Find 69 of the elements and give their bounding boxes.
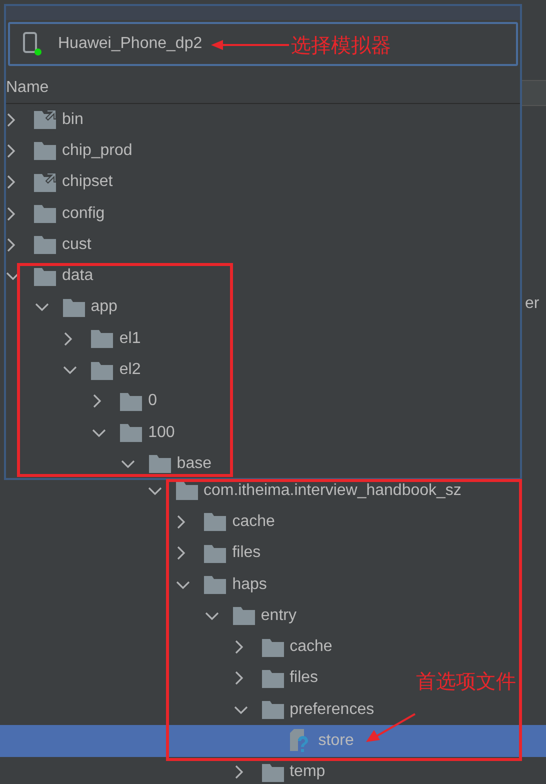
expand-chevron-icon[interactable]: [92, 394, 102, 408]
file-name: haps: [232, 574, 267, 595]
file-name: base: [176, 454, 212, 474]
file-name: config: [62, 204, 105, 224]
file-name: entry: [260, 606, 296, 626]
folder-icon: [262, 700, 284, 720]
expand-chevron-icon[interactable]: [234, 640, 244, 654]
folder-icon: [204, 575, 226, 594]
folder-icon: [120, 392, 142, 411]
folder-icon: [232, 606, 255, 626]
folder-icon: [34, 235, 56, 254]
column-title: Name: [6, 78, 49, 98]
file-name: bin: [62, 110, 84, 130]
file-name: cache: [290, 637, 332, 658]
annotation-label: 选择模拟器: [291, 32, 391, 59]
file-name: data: [62, 266, 94, 286]
file-name: el1: [119, 328, 141, 349]
folder-icon: [262, 762, 284, 782]
folder-icon: [91, 329, 114, 348]
file-name: 0: [148, 391, 157, 412]
collapse-chevron-icon[interactable]: [92, 428, 106, 438]
annotation-label: 首选项文件: [416, 668, 516, 695]
phone-icon: [22, 32, 44, 56]
file-name: chipset: [62, 172, 113, 192]
file-name: files: [290, 668, 318, 688]
folder-shortcut-icon: [34, 110, 56, 130]
folder-icon: [34, 141, 56, 160]
expand-chevron-icon[interactable]: [6, 175, 16, 190]
file-name: chip_prod: [62, 140, 132, 161]
collapse-chevron-icon[interactable]: [6, 271, 20, 282]
collapse-chevron-icon[interactable]: [120, 458, 135, 469]
expand-chevron-icon[interactable]: [6, 206, 16, 221]
expand-chevron-icon[interactable]: [6, 144, 16, 158]
file-name: cust: [62, 234, 92, 255]
file-name: com.itheima.interview_handbook_sz: [204, 480, 462, 501]
expand-chevron-icon[interactable]: [6, 112, 16, 127]
folder-icon: [262, 668, 284, 688]
folder-icon: [148, 454, 171, 474]
collapse-chevron-icon[interactable]: [34, 302, 49, 312]
collapse-chevron-icon[interactable]: [176, 580, 190, 590]
collapse-chevron-icon[interactable]: [234, 704, 248, 715]
expand-chevron-icon[interactable]: [6, 238, 16, 252]
expand-chevron-icon[interactable]: [176, 546, 186, 560]
expand-chevron-icon[interactable]: [63, 332, 74, 346]
device-name: Huawei_Phone_dp2: [58, 34, 202, 54]
collapse-chevron-icon[interactable]: [204, 610, 219, 621]
folder-icon: [91, 360, 114, 380]
folder-icon: [34, 204, 56, 224]
collapse-chevron-icon[interactable]: [148, 486, 162, 496]
folder-shortcut-icon: [34, 172, 56, 192]
file-name: 100: [148, 422, 175, 443]
folder-icon: [204, 512, 226, 532]
collapse-chevron-icon[interactable]: [63, 365, 78, 376]
file-name: temp: [290, 762, 326, 782]
folder-icon: [34, 266, 56, 286]
file-name: el2: [119, 360, 141, 380]
expand-chevron-icon[interactable]: [234, 765, 244, 780]
file-name: files: [232, 543, 261, 564]
file-name: app: [90, 297, 118, 318]
file-name: store: [318, 731, 354, 752]
file-name: cache: [232, 512, 275, 532]
file-name: preferences: [290, 700, 374, 720]
file-name: er: [525, 294, 540, 314]
folder-icon: [204, 544, 226, 563]
expand-chevron-icon[interactable]: [176, 514, 186, 529]
folder-icon: [262, 638, 284, 657]
expand-chevron-icon[interactable]: [234, 671, 244, 686]
folder-icon: [120, 423, 142, 442]
folder-icon: [62, 298, 85, 317]
